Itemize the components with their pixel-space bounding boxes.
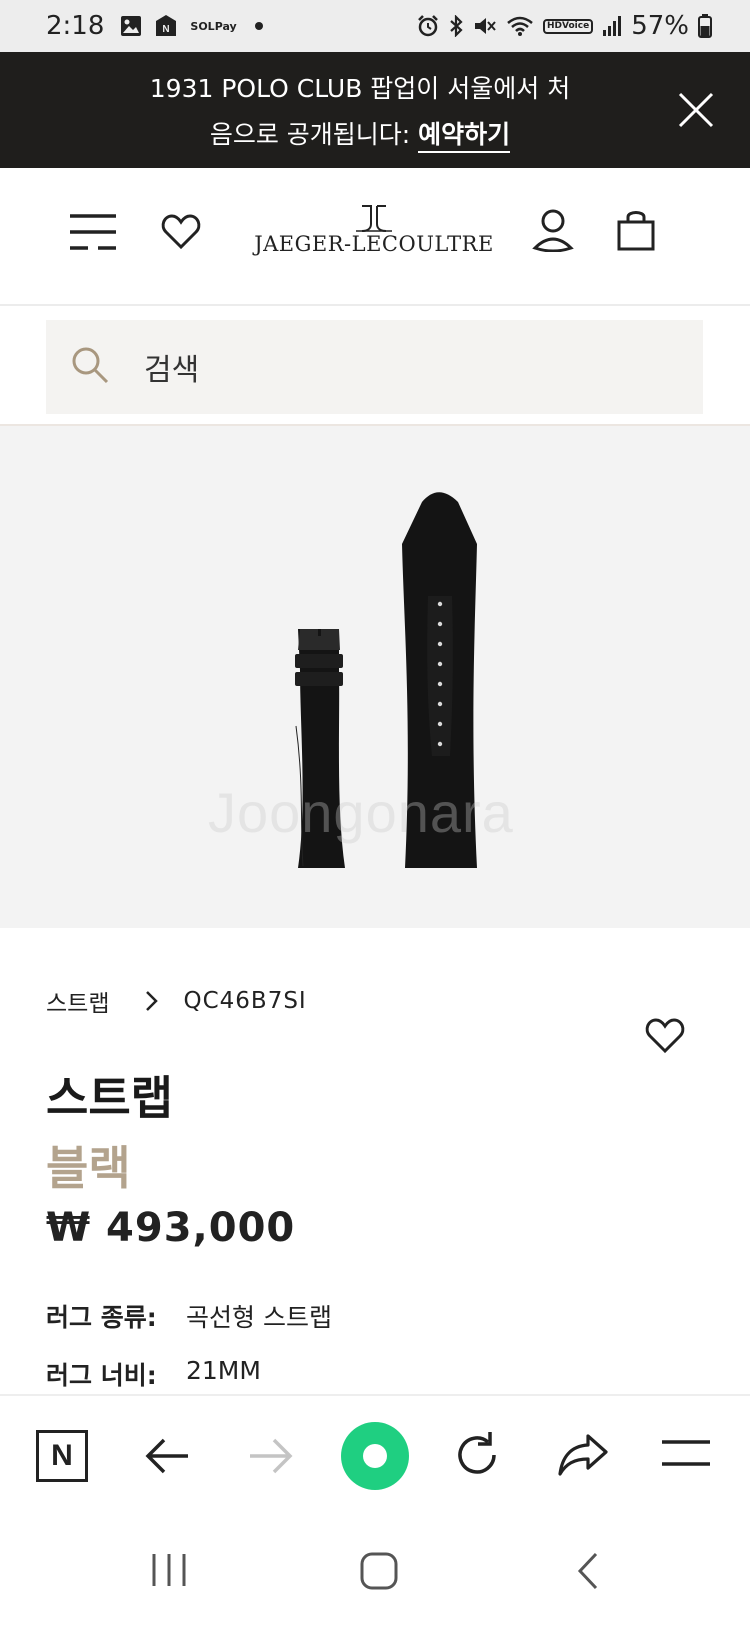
search-icon bbox=[70, 345, 110, 389]
breadcrumb: 스트랩 QC46B7SI bbox=[46, 984, 307, 1018]
spec-value: 21MM bbox=[186, 1356, 261, 1385]
refresh-icon bbox=[458, 1432, 496, 1474]
refresh-button[interactable] bbox=[452, 1430, 502, 1480]
forward-button[interactable] bbox=[248, 1434, 294, 1478]
voice-label: Voice bbox=[562, 20, 590, 31]
hd-voice-icon: HD Voice bbox=[543, 18, 594, 34]
brand-logo[interactable]: JAEGER-LECOULTRE bbox=[244, 202, 504, 272]
spec-label: 러그 종류: bbox=[46, 1303, 157, 1332]
mute-icon bbox=[473, 15, 497, 37]
gallery-icon bbox=[120, 15, 142, 37]
browser-toolbar: N bbox=[0, 1394, 750, 1506]
announcement-banner: 1931 POLO CLUB 팝업이 서울에서 처 음으로 공개됩니다: 예약하… bbox=[0, 52, 750, 168]
arrow-right-icon bbox=[250, 1438, 293, 1474]
battery-percent: 57% bbox=[631, 11, 689, 41]
status-bar: 2:18 N SOL Pay HD Voice 57% bbox=[0, 0, 750, 52]
banner-text-line-1: 1931 POLO CLUB 팝업이 서울에서 처 bbox=[149, 74, 571, 103]
back-button[interactable] bbox=[144, 1434, 190, 1478]
dot-icon bbox=[254, 22, 263, 30]
brand-logo-text: JAEGER-LECOULTRE bbox=[254, 232, 494, 256]
watermark: Joongonara bbox=[208, 781, 514, 844]
banner-text: 1931 POLO CLUB 팝업이 서울에서 처 음으로 공개됩니다: 예약하… bbox=[110, 66, 610, 158]
menu-button[interactable] bbox=[660, 1438, 712, 1468]
sol-pay-label-top: SOL bbox=[190, 19, 215, 33]
battery-icon bbox=[698, 14, 712, 38]
share-icon bbox=[558, 1434, 608, 1476]
green-dot-button[interactable] bbox=[341, 1422, 409, 1490]
share-button[interactable] bbox=[556, 1432, 610, 1478]
system-nav-bar bbox=[0, 1506, 750, 1625]
naver-home-button[interactable]: N bbox=[36, 1430, 88, 1482]
banner-text-line-2: 음으로 공개됩니다: bbox=[209, 120, 411, 149]
system-back-icon[interactable] bbox=[576, 1552, 600, 1590]
heart-icon[interactable] bbox=[161, 214, 201, 254]
hamburger-icon bbox=[662, 1440, 710, 1466]
close-icon[interactable] bbox=[676, 90, 716, 130]
product-color: 블랙 bbox=[46, 1141, 131, 1195]
svg-text:N: N bbox=[163, 24, 170, 35]
account-icon[interactable] bbox=[532, 208, 574, 256]
breadcrumb-parent[interactable]: 스트랩 bbox=[46, 984, 109, 1018]
wishlist-heart-icon[interactable] bbox=[645, 1018, 685, 1058]
menu-icon[interactable] bbox=[68, 212, 118, 256]
site-header: JAEGER-LECOULTRE bbox=[0, 168, 750, 306]
sol-pay-label-bottom: Pay bbox=[214, 19, 237, 33]
status-notification-icons: N SOL Pay bbox=[120, 15, 263, 37]
product-image[interactable]: Joongonara bbox=[0, 426, 750, 928]
search-placeholder: 검색 bbox=[144, 353, 200, 388]
status-time: 2:18 bbox=[46, 11, 105, 41]
spec-row-lug-type: 러그 종류: 곡선형 스트랩 bbox=[46, 1298, 332, 1334]
hd-label: HD bbox=[547, 20, 563, 31]
breadcrumb-current: QC46B7SI bbox=[183, 988, 307, 1014]
spec-value: 곡선형 스트랩 bbox=[186, 1303, 332, 1332]
bluetooth-icon bbox=[448, 15, 464, 37]
product-title: 스트랩 bbox=[46, 1071, 173, 1125]
signal-icon bbox=[602, 15, 622, 37]
product-price: ₩ 493,000 bbox=[46, 1205, 296, 1251]
chevron-right-icon bbox=[145, 990, 159, 1012]
n-notification-icon: N bbox=[154, 15, 178, 37]
arrow-left-icon bbox=[145, 1438, 188, 1474]
sol-pay-icon: SOL Pay bbox=[190, 21, 236, 32]
home-icon[interactable] bbox=[360, 1552, 398, 1590]
bag-icon[interactable] bbox=[616, 208, 656, 256]
spec-label: 러그 너비: bbox=[46, 1361, 157, 1390]
alarm-icon bbox=[417, 15, 439, 37]
status-system-icons: HD Voice 57% bbox=[417, 11, 712, 41]
reserve-link[interactable]: 예약하기 bbox=[418, 120, 511, 153]
strap-image bbox=[295, 492, 477, 868]
spec-row-lug-width: 러그 너비: 21MM bbox=[46, 1356, 261, 1392]
recent-apps-icon[interactable] bbox=[150, 1552, 188, 1588]
wifi-icon bbox=[506, 15, 534, 37]
logo-emblem-icon bbox=[356, 205, 392, 232]
search-input[interactable]: 검색 bbox=[46, 320, 703, 414]
